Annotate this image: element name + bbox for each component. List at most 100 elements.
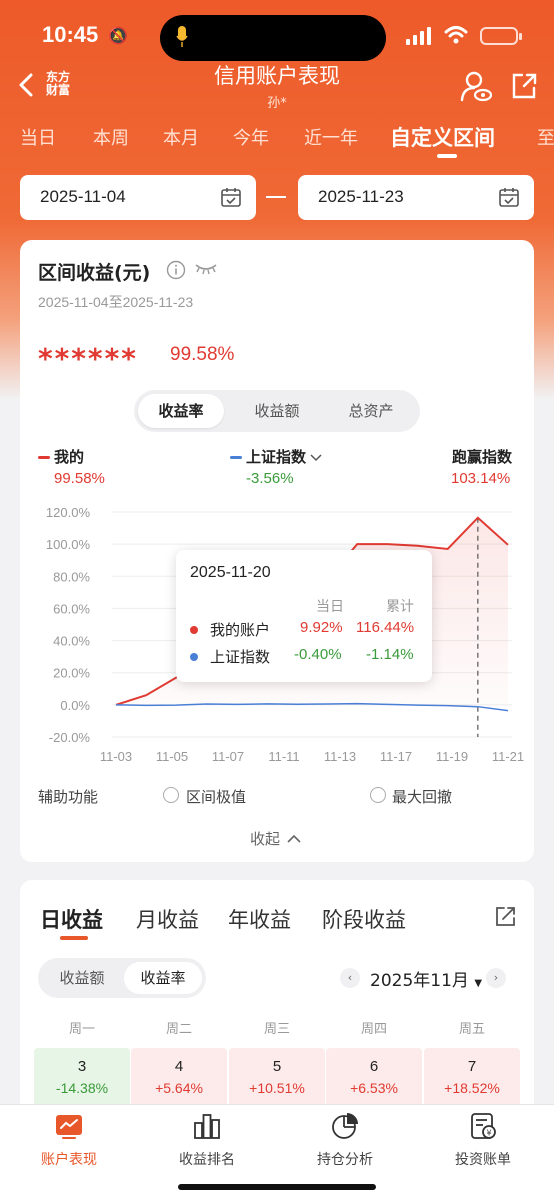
tab-yearly-returns[interactable]: 年收益 <box>228 904 291 934</box>
nav-label: 持仓分析 <box>317 1152 373 1168</box>
y-tick-label: 40.0% <box>53 634 90 649</box>
card-title: 区间收益(元) <box>38 262 151 284</box>
x-tick-label: 11-19 <box>436 749 468 764</box>
radio-max-drawdown-label[interactable]: 最大回撤 <box>392 786 452 807</box>
calendar-metric-toggle: 收益额 收益率 <box>38 958 206 998</box>
tab-month[interactable]: 本月 <box>163 124 199 150</box>
nav-account-performance[interactable]: 账户表现 <box>14 1111 124 1169</box>
tab-to[interactable]: 至 <box>537 124 554 150</box>
x-tick-label: 11-21 <box>492 749 524 764</box>
chevron-down-icon <box>310 453 322 461</box>
chart-icon <box>56 1115 82 1139</box>
end-date-field[interactable]: 2025-11-23 <box>298 175 534 220</box>
tab-monthly-returns[interactable]: 月收益 <box>136 904 199 934</box>
day-return: +10.51% <box>249 1080 305 1096</box>
calendar-day[interactable]: 6 +6.53% <box>326 1048 422 1108</box>
y-tick-label: 120.0% <box>46 505 91 520</box>
collapse-button[interactable]: 收起 <box>250 828 302 849</box>
tab-stage-returns[interactable]: 阶段收益 <box>322 904 406 934</box>
radio-max-drawdown[interactable] <box>370 787 386 803</box>
metric-segmented-control: 收益率 收益额 总资产 <box>134 390 420 432</box>
svg-text:¥: ¥ <box>486 1129 491 1138</box>
cellular-signal-icon <box>406 27 431 45</box>
calendar-day[interactable]: 5 +10.51% <box>229 1048 325 1108</box>
legend-mine: 我的 <box>38 446 84 467</box>
tooltip-row-mine: 我的账户 <box>210 621 271 639</box>
month-picker[interactable]: 2025年11月 ▼ <box>370 966 482 991</box>
nav-investment-bill[interactable]: ¥ 投资账单 <box>428 1111 538 1169</box>
tooltip-date: 2025-11-20 <box>190 564 271 581</box>
weekday-mon: 周一 <box>68 1022 95 1037</box>
period-tab-indicator <box>60 936 88 940</box>
bars-icon <box>194 1114 220 1139</box>
prev-month-icon[interactable]: ‹ <box>340 968 360 988</box>
date-range-separator <box>266 196 286 198</box>
tooltip-col-total: 累计 <box>386 599 414 615</box>
home-indicator <box>178 1184 376 1190</box>
share-icon[interactable] <box>510 72 538 100</box>
weekday-tue: 周二 <box>165 1022 192 1037</box>
segment-total-assets[interactable]: 总资产 <box>326 394 416 428</box>
radio-range-extreme-label[interactable]: 区间极值 <box>186 786 246 807</box>
hide-eye-icon[interactable] <box>194 262 218 276</box>
user-view-icon[interactable] <box>460 70 492 102</box>
x-tick-label: 11-03 <box>100 749 132 764</box>
nav-return-ranking[interactable]: 收益排名 <box>152 1111 262 1169</box>
x-tick-label: 11-17 <box>380 749 412 764</box>
calendar-day[interactable]: 7 +18.52% <box>424 1048 520 1108</box>
day-return: +6.53% <box>350 1080 398 1096</box>
card-range-text: 2025-11-04至2025-11-23 <box>38 294 194 310</box>
tooltip-col-day: 当日 <box>316 599 344 615</box>
battery-icon <box>480 27 522 45</box>
wifi-icon <box>444 26 468 44</box>
legend-beat-label: 跑赢指数 <box>452 448 513 466</box>
end-date-value: 2025-11-23 <box>318 187 404 206</box>
bell-muted-icon: 🔕 <box>108 26 128 45</box>
info-icon[interactable] <box>166 260 186 280</box>
aux-label: 辅助功能 <box>38 788 99 806</box>
radio-range-extreme[interactable] <box>163 787 179 803</box>
x-tick-label: 11-05 <box>156 749 188 764</box>
calendar-icon <box>221 188 241 207</box>
toggle-rate[interactable]: 收益率 <box>124 962 202 994</box>
dynamic-island <box>160 15 386 61</box>
day-number: 5 <box>272 1058 282 1075</box>
microphone-icon <box>176 26 188 47</box>
legend-mine-label: 我的 <box>54 448 85 466</box>
toggle-amount[interactable]: 收益额 <box>42 962 122 994</box>
legend-index-value: -3.56% <box>246 470 294 487</box>
legend-index[interactable]: 上证指数 <box>230 446 323 467</box>
y-tick-label: 0.0% <box>60 698 90 713</box>
period-tabs: 当日 本周 本月 今年 近一年 自定义区间 至 <box>0 124 554 164</box>
tab-last-year[interactable]: 近一年 <box>304 124 358 150</box>
segment-return-rate[interactable]: 收益率 <box>138 394 224 428</box>
tab-custom-range[interactable]: 自定义区间 <box>390 124 495 152</box>
day-number: 7 <box>467 1058 477 1075</box>
calendar-icon <box>499 188 519 207</box>
tooltip-index-day: -0.40% <box>294 646 342 663</box>
start-date-field[interactable]: 2025-11-04 <box>20 175 256 220</box>
calendar-day[interactable]: 4 +5.64% <box>131 1048 227 1108</box>
export-icon[interactable] <box>494 906 516 928</box>
tab-today[interactable]: 当日 <box>20 124 56 150</box>
next-month-icon[interactable]: › <box>486 968 506 988</box>
nav-position-analysis[interactable]: 持仓分析 <box>290 1111 400 1169</box>
day-return: +18.52% <box>444 1080 500 1096</box>
calendar-day[interactable]: 3 -14.38% <box>34 1048 130 1108</box>
weekday-fri: 周五 <box>458 1022 485 1037</box>
tab-active-indicator <box>437 154 457 158</box>
legend-line-red <box>38 456 50 459</box>
tab-daily-returns[interactable]: 日收益 <box>40 904 103 934</box>
tab-year[interactable]: 今年 <box>233 124 269 150</box>
range-return-card: 区间收益(元) 2025-11-04至2025-11-23 ****** 99.… <box>20 240 534 862</box>
pie-icon <box>332 1113 358 1139</box>
month-label: 2025年11月 <box>370 971 469 991</box>
tooltip-mine-day: 9.92% <box>300 619 343 636</box>
caret-down-icon: ▼ <box>474 978 483 989</box>
segment-return-amount[interactable]: 收益额 <box>232 394 322 428</box>
tab-week[interactable]: 本周 <box>93 124 129 150</box>
legend-index-label: 上证指数 <box>246 448 307 466</box>
tooltip-dot-red <box>190 626 198 634</box>
day-return: +5.64% <box>155 1080 203 1096</box>
legend-line-blue <box>230 456 242 459</box>
